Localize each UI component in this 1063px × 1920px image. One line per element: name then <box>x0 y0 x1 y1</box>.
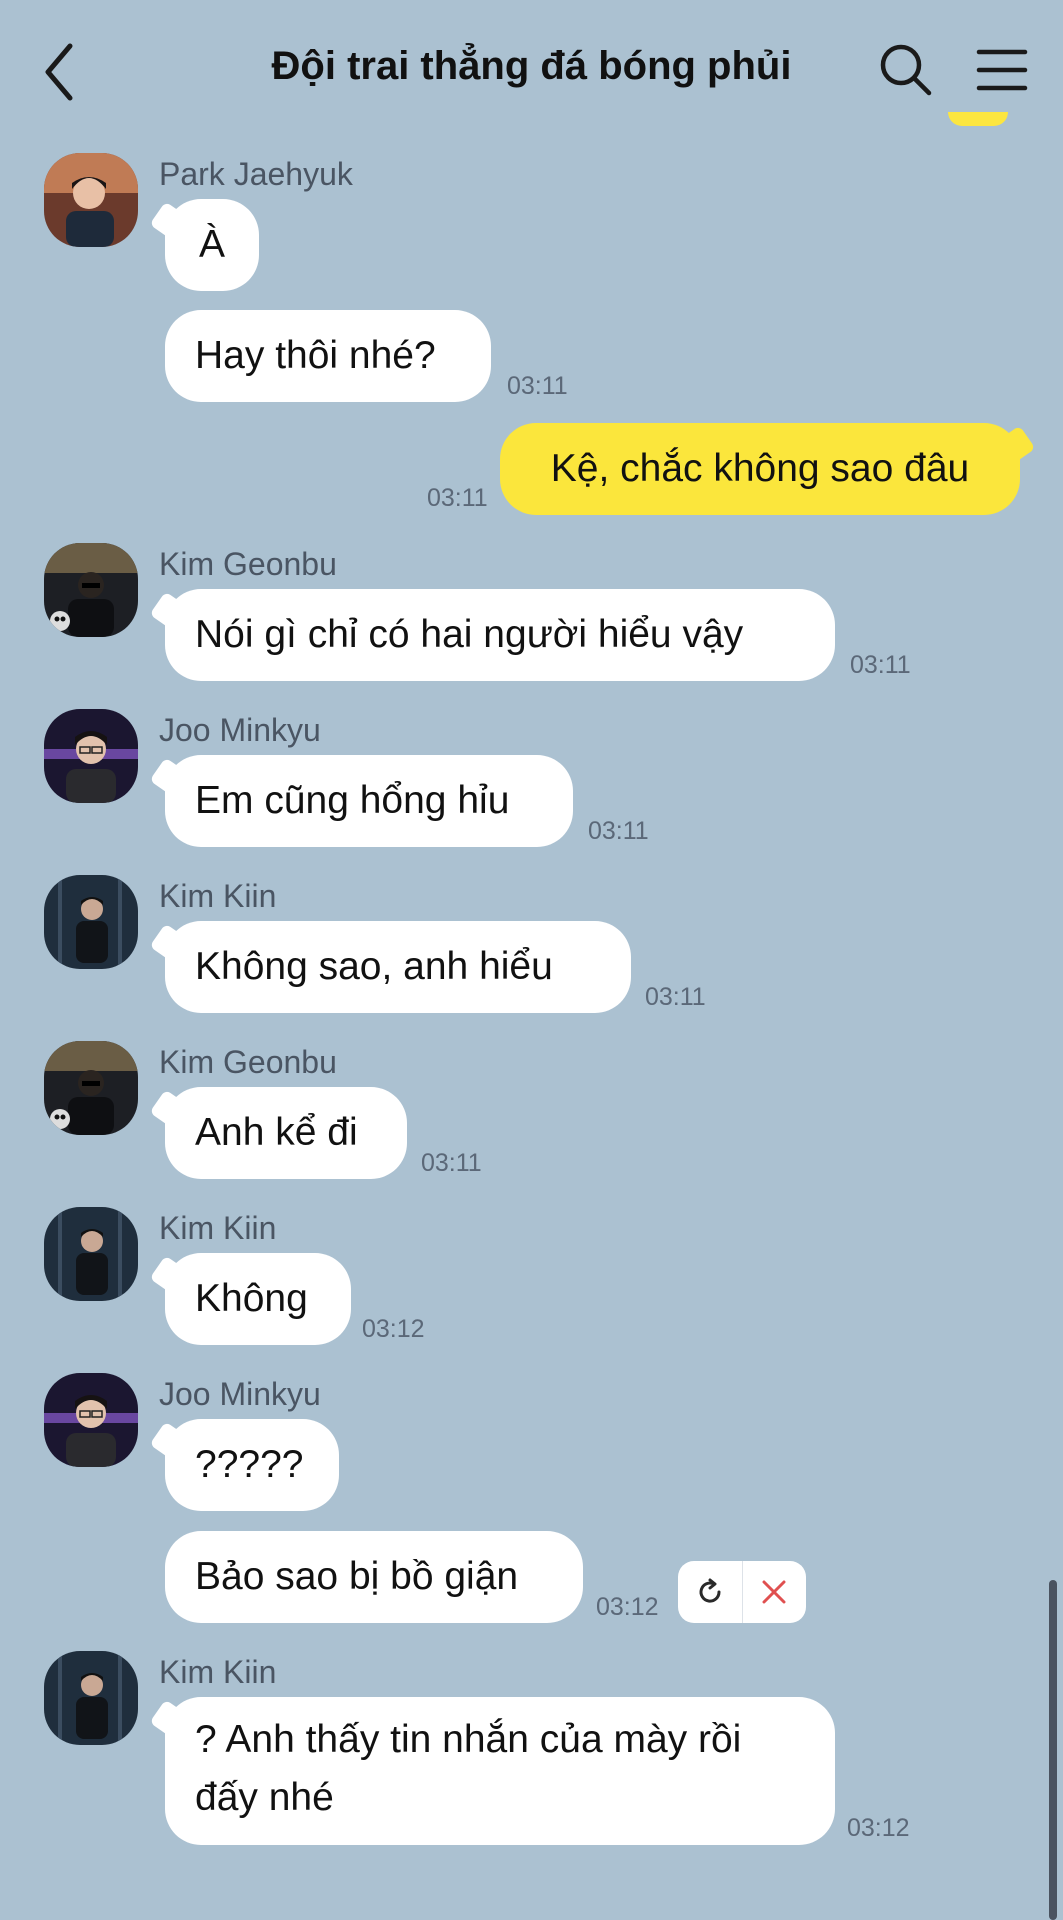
message-bubble[interactable]: Không sao, anh hiểu <box>165 921 631 1013</box>
message-bubble[interactable]: Nói gì chỉ có hai người hiểu vậy <box>165 589 835 681</box>
sender-name: Joo Minkyu <box>159 712 321 748</box>
message-bubble[interactable]: ????? <box>165 1419 339 1511</box>
back-chevron-icon[interactable] <box>40 40 80 104</box>
retry-button[interactable] <box>678 1561 742 1623</box>
message-bubble[interactable]: Em cũng hổng hỉu <box>165 755 573 847</box>
failed-message-actions <box>678 1561 806 1623</box>
message-timestamp: 03:11 <box>588 817 649 845</box>
message-bubble[interactable]: Không <box>165 1253 351 1345</box>
sender-name: Kim Kiin <box>159 878 277 914</box>
message-timestamp: 03:11 <box>645 983 706 1011</box>
message-bubble[interactable]: À <box>165 199 259 291</box>
close-icon <box>762 1580 786 1604</box>
avatar[interactable] <box>44 1373 138 1467</box>
sender-name: Park Jaehyuk <box>159 156 353 192</box>
search-icon[interactable] <box>878 42 934 98</box>
message-timestamp: 03:11 <box>507 372 568 400</box>
avatar[interactable] <box>44 1207 138 1301</box>
hamburger-menu-icon[interactable] <box>976 46 1028 94</box>
avatar[interactable] <box>44 1041 138 1135</box>
message-bubble[interactable]: ? Anh thấy tin nhắn của mày rồi đấy nhé <box>165 1697 835 1845</box>
message-bubble[interactable]: Anh kể đi <box>165 1087 407 1179</box>
message-timestamp: 03:12 <box>596 1593 659 1621</box>
message-timestamp: 03:12 <box>362 1315 425 1343</box>
avatar[interactable] <box>44 543 138 637</box>
chat-header: Đội trai thẳng đá bóng phủi <box>0 0 1063 140</box>
message-bubble[interactable]: Hay thôi nhé? <box>165 310 491 402</box>
sender-name: Kim Geonbu <box>159 546 337 582</box>
my-message-bubble[interactable]: Kệ, chắc không sao đâu <box>500 423 1020 515</box>
message-bubble[interactable]: Bảo sao bị bồ giận <box>165 1531 583 1623</box>
avatar[interactable] <box>44 1651 138 1745</box>
refresh-icon <box>699 1578 721 1603</box>
sender-name: Kim Geonbu <box>159 1044 337 1080</box>
scrollbar[interactable] <box>1049 1580 1057 1920</box>
message-timestamp: 03:11 <box>427 484 488 512</box>
avatar[interactable] <box>44 153 138 247</box>
message-timestamp: 03:11 <box>850 651 911 679</box>
avatar[interactable] <box>44 709 138 803</box>
message-timestamp: 03:11 <box>421 1149 482 1177</box>
chat-title: Đội trai thẳng đá bóng phủi <box>271 44 792 88</box>
sender-name: Joo Minkyu <box>159 1376 321 1412</box>
message-timestamp: 03:12 <box>847 1814 910 1842</box>
previous-message-bubble-edge <box>948 112 1008 126</box>
sender-name: Kim Kiin <box>159 1210 277 1246</box>
avatar[interactable] <box>44 875 138 969</box>
cancel-button[interactable] <box>743 1561 807 1623</box>
sender-name: Kim Kiin <box>159 1654 277 1690</box>
